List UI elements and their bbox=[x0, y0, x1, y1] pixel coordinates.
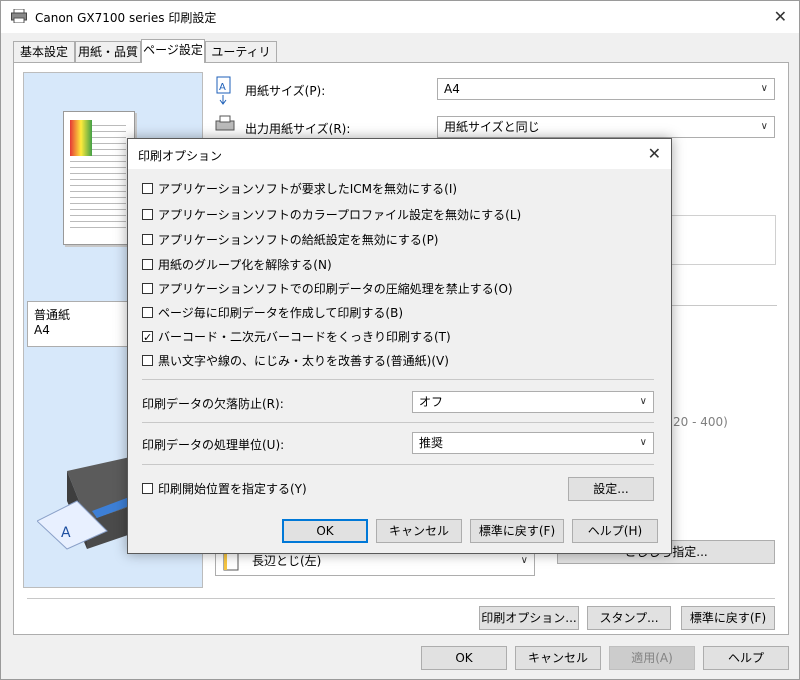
paper-size-label: 用紙サイズ(P): bbox=[245, 84, 326, 98]
output-size-select[interactable]: 用紙サイズと同じ ∨ bbox=[437, 116, 775, 138]
tab-basic[interactable]: 基本設定 bbox=[13, 41, 75, 62]
restore-defaults-button[interactable]: 標準に戻す(F) bbox=[681, 606, 775, 630]
checkbox[interactable] bbox=[142, 259, 153, 270]
dialog-help-button[interactable]: ヘルプ(H) bbox=[572, 519, 658, 543]
apply-button[interactable]: 適用(A) bbox=[609, 646, 695, 670]
window-title: Canon GX7100 series 印刷設定 bbox=[35, 11, 217, 25]
dropout-select[interactable]: オフ ∨ bbox=[412, 391, 654, 413]
separator bbox=[142, 464, 654, 465]
dialog-restore-defaults-button[interactable]: 標準に戻す(F) bbox=[470, 519, 564, 543]
close-icon[interactable]: ✕ bbox=[648, 144, 661, 163]
dialog-cancel-button[interactable]: キャンセル bbox=[376, 519, 462, 543]
paper-size-select[interactable]: A4 ∨ bbox=[437, 78, 775, 100]
dialog-ok-button[interactable]: OK bbox=[282, 519, 368, 543]
checkbox[interactable] bbox=[142, 307, 153, 318]
checkbox[interactable] bbox=[142, 209, 153, 220]
chevron-down-icon: ∨ bbox=[639, 437, 647, 448]
tab-page-setup[interactable]: ページ設定 bbox=[141, 39, 205, 63]
paper-size-icon: A bbox=[216, 76, 231, 105]
chevron-down-icon: ∨ bbox=[639, 396, 647, 407]
printer-icon bbox=[11, 9, 27, 23]
help-button[interactable]: ヘルプ bbox=[703, 646, 789, 670]
checkbox[interactable] bbox=[142, 483, 153, 494]
close-icon[interactable]: ✕ bbox=[774, 7, 787, 26]
separator bbox=[27, 598, 775, 599]
title-bar: Canon GX7100 series 印刷設定 ✕ bbox=[1, 1, 799, 33]
chevron-down-icon: ∨ bbox=[760, 121, 768, 132]
processing-unit-select[interactable]: 推奨 ∨ bbox=[412, 432, 654, 454]
tab-paper-quality[interactable]: 用紙・品質 bbox=[75, 41, 141, 62]
cancel-button[interactable]: キャンセル bbox=[515, 646, 601, 670]
separator bbox=[142, 379, 654, 380]
svg-text:A: A bbox=[219, 82, 226, 93]
separator bbox=[661, 305, 777, 306]
checkbox[interactable] bbox=[142, 183, 153, 194]
start-position-settings-button[interactable]: 設定... bbox=[568, 477, 654, 501]
stamp-button[interactable]: スタンプ... bbox=[587, 606, 671, 630]
print-options-button[interactable]: 印刷オプション... bbox=[479, 606, 579, 630]
checkbox-checked[interactable] bbox=[142, 328, 153, 348]
separator bbox=[142, 422, 654, 423]
dialog-title-bar: 印刷オプション ✕ bbox=[128, 139, 671, 169]
output-paper-icon bbox=[215, 115, 235, 131]
svg-text:A: A bbox=[61, 525, 71, 541]
ok-button[interactable]: OK bbox=[421, 646, 507, 670]
checkbox[interactable] bbox=[142, 234, 153, 245]
scale-range-text: 20 - 400) bbox=[673, 415, 728, 429]
tab-utility[interactable]: ユーティリティ bbox=[205, 41, 277, 80]
processing-unit-label: 印刷データの処理単位(U): bbox=[142, 438, 285, 452]
checkbox[interactable] bbox=[142, 355, 153, 366]
dropout-label: 印刷データの欠落防止(R): bbox=[142, 397, 284, 411]
output-size-label: 出力用紙サイズ(R): bbox=[245, 122, 351, 136]
chevron-down-icon: ∨ bbox=[760, 83, 768, 94]
page-preview-image bbox=[63, 111, 135, 245]
dialog-title: 印刷オプション bbox=[138, 149, 223, 163]
checkbox[interactable] bbox=[142, 283, 153, 294]
print-options-dialog: 印刷オプション ✕ アプリケーションソフトが要求したICMを無効にする(I) ア… bbox=[127, 138, 672, 554]
binding-icon bbox=[223, 551, 239, 571]
